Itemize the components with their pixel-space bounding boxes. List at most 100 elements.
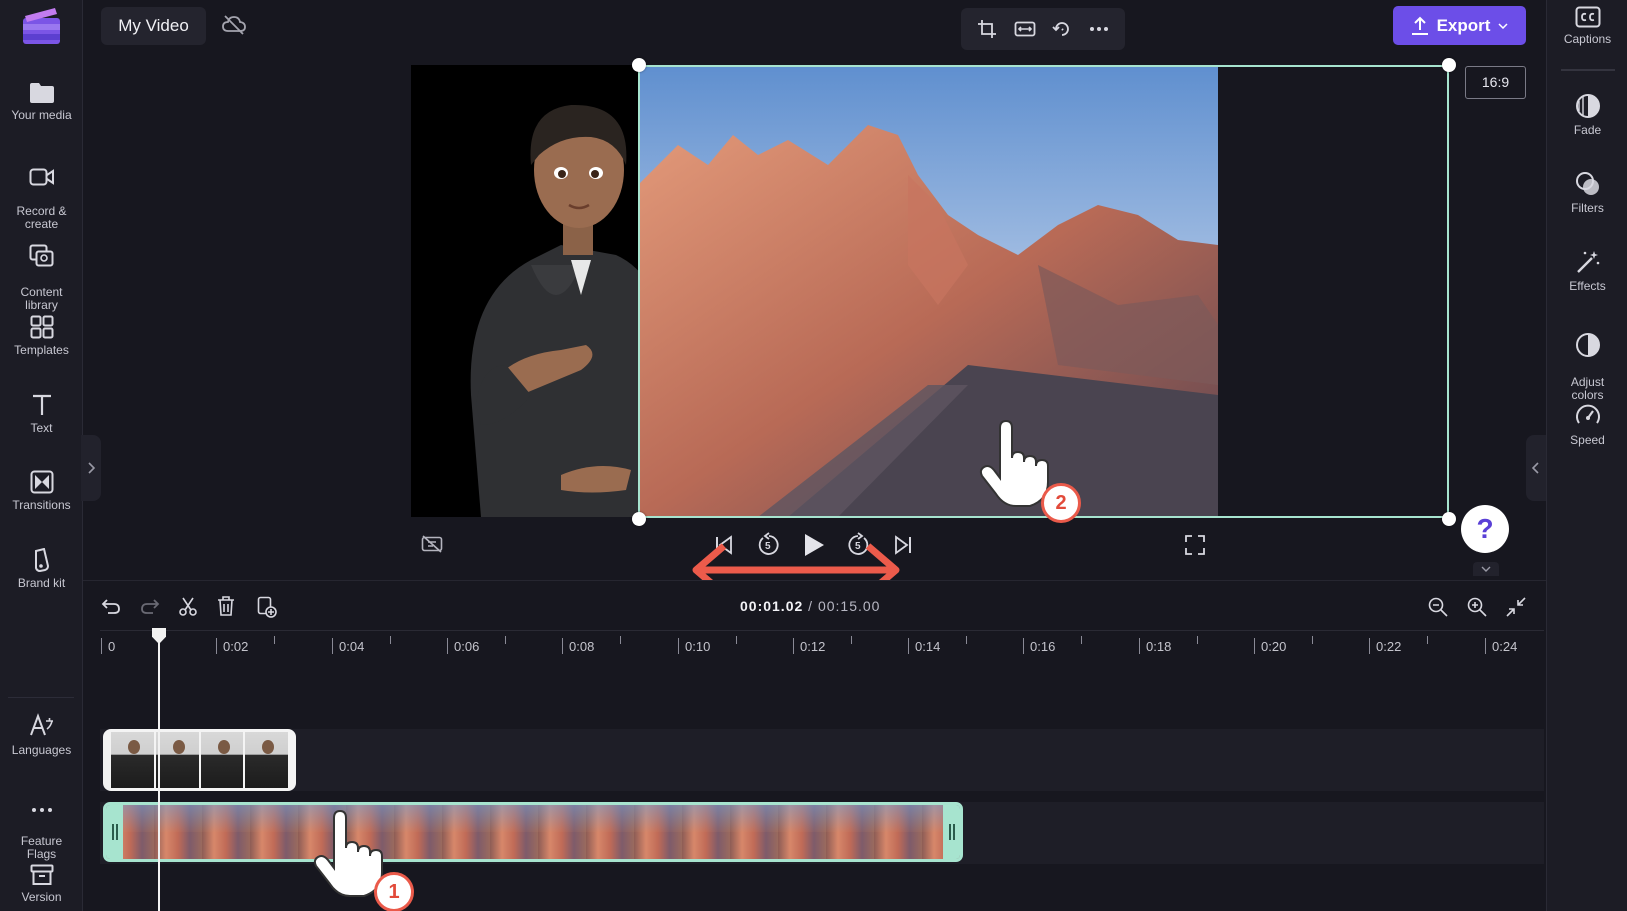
sidebar-item-label: Filters [1571,201,1604,215]
ruler-minor-tick [390,636,391,644]
ruler-tick [101,638,102,654]
aspect-ratio-button[interactable]: 16:9 [1465,66,1526,99]
sidebar-item-label: Feature Flags [20,834,63,861]
clip-thumbnail [245,732,288,788]
more-icon [31,808,52,812]
brand-kit-icon [34,548,49,572]
step-badge-1: 1 [374,872,414,911]
sidebar-item-label: Record & create [16,204,67,231]
fullscreen-icon[interactable] [1185,535,1205,555]
mountain-clip[interactable] [103,802,963,862]
resize-handle-bottom-left[interactable] [632,512,646,526]
chevron-left-icon [1532,462,1539,474]
delete-icon[interactable] [217,596,235,616]
languages-icon [29,713,53,736]
ruler-tick [1139,638,1140,654]
current-time: 00:01.02 [740,598,804,614]
sidebar-item-brand-kit[interactable]: Brand kit [0,548,83,590]
sidebar-item-languages[interactable]: Languages [0,713,83,757]
sidebar-item-record-create[interactable]: Record & create [0,154,83,231]
playback-time: 00:01.02 / 00:15.00 [740,598,880,614]
ruler-tick-label: 0:12 [800,639,826,654]
project-title-input[interactable]: My Video [101,7,206,45]
sidebar-item-version[interactable]: Version [0,864,83,904]
ruler-tick-label: 0:06 [454,639,480,654]
sidebar-item-label: Version [21,890,62,904]
cloud-sync-off-icon[interactable] [222,14,246,41]
hide-overlay-icon[interactable] [421,535,443,553]
sidebar-item-feature-flags[interactable]: Feature Flags [0,790,83,861]
video-preview-canvas[interactable] [411,65,1218,517]
zoom-in-icon[interactable] [1467,597,1487,617]
sidebar-item-captions[interactable]: Captions [1547,6,1627,46]
clip-trim-handle-right[interactable] [943,805,960,859]
ruler-tick-label: 0:22 [1376,639,1402,654]
chevron-down-icon [1481,566,1491,572]
rotate-icon[interactable] [1052,19,1072,39]
export-label: Export [1436,15,1491,35]
playhead[interactable] [158,638,160,911]
sidebar-item-label: Your media [11,108,72,122]
sidebar-item-filters[interactable]: Filters [1547,171,1627,215]
sidebar-item-templates[interactable]: Templates [0,315,83,357]
ruler-tick [447,638,448,654]
folder-icon [29,83,54,103]
clip-thumbnail [155,732,199,788]
time-separator: / [803,598,818,614]
sidebar-item-content-library[interactable]: Content library [0,231,83,312]
ruler-tick [332,638,333,654]
sidebar-item-label: Languages [11,743,72,757]
ruler-tick-label: 0:18 [1146,639,1172,654]
sidebar-item-label: Transitions [12,498,71,512]
sidebar-divider [1561,69,1615,71]
sidebar-item-label: Captions [1563,32,1612,46]
upload-icon [1411,16,1428,35]
redo-icon[interactable] [140,597,160,615]
expand-left-panel-button[interactable] [81,435,101,501]
ruler-minor-tick [1427,636,1428,644]
fade-icon [1575,94,1600,118]
fit-timeline-icon[interactable] [1506,597,1526,617]
fit-fill-icon[interactable] [1014,20,1036,38]
more-options-icon[interactable] [1089,26,1109,32]
resize-handle-top-right[interactable] [1442,58,1456,72]
sidebar-item-label: Speed [1570,433,1605,447]
camera-icon [29,168,54,186]
help-button[interactable]: ? [1461,505,1509,553]
split-scissors-icon[interactable] [178,597,198,617]
resize-handle-top-left[interactable] [632,58,646,72]
add-to-timeline-icon[interactable] [257,596,277,618]
sidebar-item-your-media[interactable]: Your media [0,82,83,122]
right-sidebar: Captions Fade Filters Effects Adjust col… [1546,0,1627,911]
ruler-tick-label: 0:16 [1030,639,1056,654]
zoom-out-icon[interactable] [1428,597,1448,617]
captions-icon [1575,6,1600,28]
sidebar-item-text[interactable]: Text [0,393,83,435]
clip-thumbnail [200,732,244,788]
collapse-preview-button[interactable] [1473,562,1499,576]
filters-icon [1575,172,1599,195]
resize-handle-bottom-right[interactable] [1442,512,1456,526]
sidebar-item-speed[interactable]: Speed [1547,403,1627,447]
sidebar-item-effects[interactable]: Effects [1547,249,1627,293]
clip-trim-handle-left[interactable] [106,805,123,859]
ruler-minor-tick [1312,636,1313,644]
clip-thumbnail [111,732,154,788]
export-button[interactable]: Export [1393,6,1526,45]
sidebar-item-adjust-colors[interactable]: Adjust colors [1547,319,1627,402]
avatar-clip[interactable] [103,729,296,791]
ruler-minor-tick [736,636,737,644]
left-sidebar: Your media Record & create Content libra… [0,0,83,911]
expand-right-panel-button[interactable] [1526,435,1546,501]
undo-icon[interactable] [101,597,121,615]
sidebar-item-fade[interactable]: Fade [1547,93,1627,137]
sidebar-item-label: Effects [1569,279,1606,293]
crop-icon[interactable] [977,19,997,39]
sidebar-divider [8,697,74,698]
ruler-tick-label: 0:20 [1261,639,1287,654]
chevron-down-icon [1498,22,1508,29]
adjust-colors-icon [1575,333,1600,357]
app-logo-icon[interactable] [21,6,62,46]
sidebar-item-transitions[interactable]: Transitions [0,470,83,512]
mountain-video-clip[interactable] [638,65,1218,517]
